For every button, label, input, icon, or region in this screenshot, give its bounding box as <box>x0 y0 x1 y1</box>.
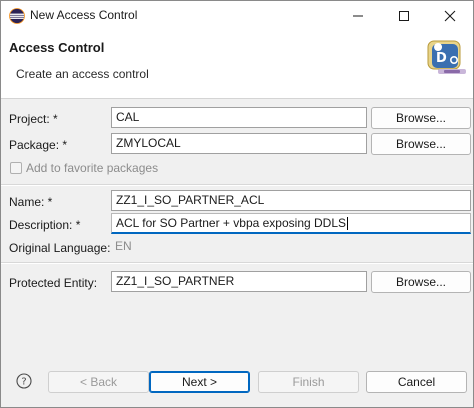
eclipse-icon <box>9 8 25 24</box>
svg-text:?: ? <box>21 377 26 388</box>
minimize-button[interactable] <box>335 1 381 31</box>
project-field[interactable]: CAL <box>111 107 367 128</box>
name-label: Name: * <box>9 195 53 209</box>
wizard-header: Access Control Create an access control … <box>1 31 473 99</box>
close-icon <box>444 10 456 22</box>
separator-top <box>1 184 473 186</box>
description-field-text: ACL for SO Partner + vbpa exposing DDLS <box>116 216 347 230</box>
original-language-value: EN <box>115 239 132 253</box>
name-field[interactable]: ZZ1_I_SO_PARTNER_ACL <box>111 190 471 211</box>
finish-button[interactable]: Finish <box>258 371 359 393</box>
svg-text:D: D <box>436 51 447 66</box>
next-button[interactable]: Next > <box>149 371 250 393</box>
access-control-wizard-icon: D <box>427 40 466 74</box>
close-button[interactable] <box>427 1 473 31</box>
cancel-button[interactable]: Cancel <box>366 371 467 393</box>
package-browse-button[interactable]: Browse... <box>371 133 471 155</box>
title-bar: New Access Control <box>1 1 473 31</box>
description-field[interactable]: ACL for SO Partner + vbpa exposing DDLS <box>111 213 471 234</box>
project-browse-button[interactable]: Browse... <box>371 107 471 129</box>
window-title: New Access Control <box>30 8 138 22</box>
description-label: Description: * <box>9 218 81 232</box>
minimize-icon <box>353 15 363 17</box>
original-language-label: Original Language: <box>9 241 111 255</box>
help-icon[interactable]: ? <box>16 373 32 389</box>
back-button[interactable]: < Back <box>48 371 149 393</box>
protected-entity-label: Protected Entity: <box>9 276 98 290</box>
text-caret <box>347 217 349 231</box>
maximize-icon <box>399 11 409 21</box>
favorite-label: Add to favorite packages <box>26 161 159 175</box>
protected-entity-field[interactable]: ZZ1_I_SO_PARTNER <box>111 271 367 292</box>
package-label: Package: * <box>9 138 68 152</box>
page-title: Access Control <box>9 40 105 55</box>
page-description: Create an access control <box>16 67 149 81</box>
maximize-button[interactable] <box>381 1 427 31</box>
favorite-checkbox[interactable] <box>10 162 22 174</box>
protected-entity-browse-button[interactable]: Browse... <box>371 271 471 293</box>
separator-mid <box>1 262 473 264</box>
dialog-window: New Access Control Access Control Create… <box>0 0 474 408</box>
package-field[interactable]: ZMYLOCAL <box>111 133 367 154</box>
project-label: Project: * <box>9 112 58 126</box>
